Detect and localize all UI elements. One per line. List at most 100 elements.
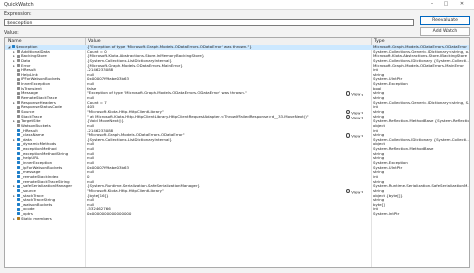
row-value-text: null [87, 142, 95, 147]
property-icon [16, 49, 20, 53]
row-name: Data [21, 58, 31, 63]
property-icon [16, 119, 20, 123]
maximize-icon[interactable]: □ [440, 0, 452, 9]
column-header-value[interactable]: Value [88, 39, 101, 44]
row-value-text: {Void MoveNext()} [87, 119, 125, 124]
row-name: IPForWatsonBuckets [21, 77, 61, 82]
row-name: _safeSerializationManager [21, 184, 73, 189]
row-value-text: -532462766 [87, 207, 111, 212]
row-value-text: 0x00007ff9abe03b63 [87, 77, 129, 82]
field-icon [16, 142, 20, 146]
row-name: _stackTrace [21, 193, 44, 198]
row-name: HResult [21, 68, 36, 73]
property-icon [16, 59, 20, 63]
property-icon [16, 96, 20, 100]
row-type [373, 217, 469, 222]
add-watch-button[interactable]: Add Watch [420, 27, 470, 36]
window-title: QuickWatch [4, 1, 34, 8]
row-name: _stackTraceString [21, 198, 56, 203]
field-icon [16, 189, 20, 193]
row-name: Error [21, 63, 31, 68]
row-value-text: {System.Runtime.Serialization.SafeSerial… [87, 184, 201, 189]
row-name: WatsonBuckets [21, 123, 51, 128]
row-value-text: "Microsoft.Kiota.Http.HttpClientLibrary" [87, 188, 164, 193]
row-value-text: {Microsoft.Graph.Models.ODataErrors.Main… [87, 63, 183, 68]
row-name: _source [21, 188, 36, 193]
row-value-text: -2146233088 [87, 68, 114, 73]
row-name-cell: ▸ Static members [5, 217, 89, 222]
row-value-text: null [87, 82, 95, 87]
row-name: $exception [16, 45, 38, 49]
field-icon [16, 212, 20, 216]
row-name: _xptrs [21, 212, 33, 217]
row-value[interactable] [87, 217, 371, 222]
row-name: StackTrace [21, 114, 43, 119]
row-name: BackingStore [21, 54, 47, 59]
row-value-text: null [87, 179, 95, 184]
row-name: _className [21, 133, 45, 138]
row-value-text: 0x0000000000000000 [87, 212, 132, 217]
row-value-text: 0 [87, 174, 90, 179]
row-name: Message [21, 91, 39, 96]
property-icon [16, 82, 20, 86]
row-value-text: Count = 7 [87, 100, 107, 105]
row-value-text: {System.Collections.ListDictionaryIntern… [87, 137, 172, 142]
row-name: _xcode [21, 207, 35, 212]
field-icon [16, 193, 20, 197]
expand-arrow-icon[interactable]: ▸ [12, 217, 16, 222]
row-value-text: null [87, 156, 95, 161]
watch-row[interactable]: ▸ Static members [5, 217, 469, 222]
row-value-text: null [87, 198, 95, 203]
title-bar: QuickWatch – □ ✕ [0, 0, 474, 10]
close-icon[interactable]: ✕ [456, 0, 468, 9]
column-header-type[interactable]: Type [374, 39, 385, 44]
row-name: _ipForWatsonBuckets [21, 165, 63, 170]
row-value-text: Count = 0 [87, 49, 107, 54]
row-name: ResponseStatusCode [21, 105, 63, 110]
property-icon [16, 54, 20, 58]
row-name: HelpLink [21, 72, 38, 77]
row-value-text: 0x00007ff9abe03b63 [87, 165, 129, 170]
watch-grid: Name Value Type ◢ $exception {"Exception o… [4, 37, 470, 268]
row-name: _dynamicMethods [21, 142, 57, 147]
field-icon [16, 198, 20, 202]
row-value-text: "Microsoft.Kiota.Http.HttpClientLibrary" [87, 109, 164, 114]
property-icon [16, 87, 20, 91]
row-name: AdditionalData [21, 49, 50, 54]
row-value-text: null [87, 123, 95, 128]
expression-label: Expression: [4, 12, 32, 17]
row-name: _exceptionMethod [21, 147, 57, 152]
row-name: _watsonBuckets [21, 202, 53, 207]
row-value-text: false [87, 86, 97, 91]
reevaluate-button[interactable]: Reevaluate [420, 16, 470, 25]
row-value-text: null [87, 151, 95, 156]
field-icon [16, 170, 20, 174]
property-icon [16, 68, 20, 72]
row-value-text: "Microsoft.Graph.Models.ODataErrors.ODat… [87, 133, 185, 138]
field-icon [16, 207, 20, 211]
field-icon [16, 133, 20, 137]
row-name: Source [21, 109, 35, 114]
row-name: _remoteStackTraceString [21, 179, 70, 184]
row-value-text: 405 [87, 105, 95, 110]
value-label: Value: [4, 31, 19, 36]
row-name: RemoteStackTrace [21, 96, 58, 101]
property-icon [16, 63, 20, 67]
property-icon [16, 110, 20, 114]
expression-input[interactable]: $exception [4, 19, 414, 26]
field-icon [16, 147, 20, 151]
row-name: _helpURL [21, 156, 40, 161]
row-name: Static members [21, 216, 52, 221]
field-icon [16, 161, 20, 165]
row-value-text: null [87, 161, 95, 166]
row-value-text: null [87, 96, 95, 101]
minimize-icon[interactable]: – [426, 0, 438, 9]
property-icon [16, 100, 20, 104]
row-name: InnerException [21, 82, 51, 87]
row-value-text: {System.Collections.ListDictionaryIntern… [87, 58, 172, 63]
column-header-name[interactable]: Name [8, 39, 22, 44]
row-name: _message [21, 170, 41, 175]
row-value-text: null [87, 72, 95, 77]
property-icon [16, 105, 20, 109]
row-value-text: "Exception of type 'Microsoft.Graph.Mode… [87, 91, 247, 96]
